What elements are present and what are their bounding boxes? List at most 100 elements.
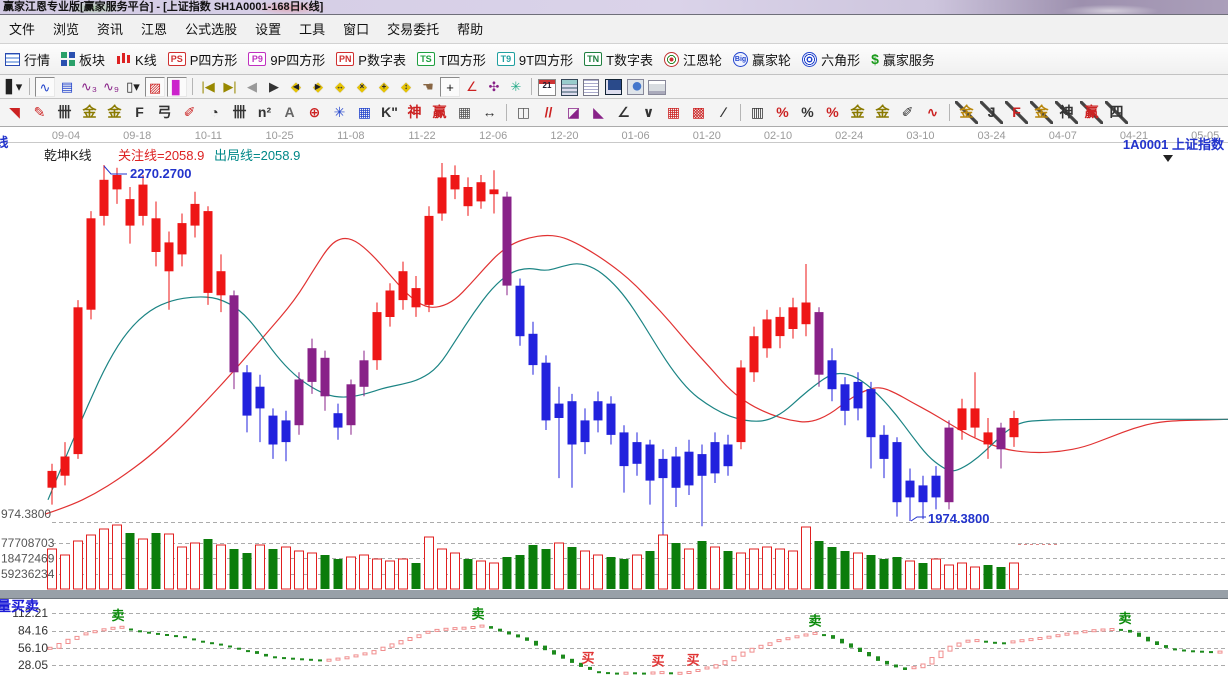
h-arrows-icon[interactable]: ↔: [478, 101, 501, 124]
menu-item-5[interactable]: 设置: [246, 16, 290, 43]
hand-tool-icon[interactable]: ☚: [418, 77, 438, 97]
sectors-button[interactable]: 板块: [61, 50, 105, 69]
red-brush-icon[interactable]: ✐: [178, 101, 201, 124]
v-dashed-icon[interactable]: ∨: [637, 101, 660, 124]
gold-coin-icon[interactable]: 金: [846, 101, 869, 124]
next-page-icon[interactable]: ▶: [264, 77, 284, 97]
9p-square-button[interactable]: P99P四方形: [248, 50, 325, 69]
menu-item-7[interactable]: 窗口: [334, 16, 378, 43]
comb-lines-2-icon[interactable]: 卌: [228, 101, 251, 124]
red-waves-icon[interactable]: ∿: [921, 101, 944, 124]
wave-9-icon[interactable]: ∿₉: [101, 77, 121, 97]
kline-button[interactable]: K线: [116, 50, 157, 69]
candle-style-dropdown-icon[interactable]: ▯▾: [123, 77, 143, 97]
ying-comb-icon[interactable]: 赢: [428, 101, 451, 124]
winner-wheel-button[interactable]: Big赢家轮: [733, 50, 791, 69]
calculator-icon[interactable]: [559, 77, 579, 97]
gold-diag-2-icon[interactable]: 金: [1030, 101, 1053, 124]
p-number-table-button[interactable]: PNP数字表: [336, 50, 406, 69]
red-target-icon[interactable]: ⊕: [303, 101, 326, 124]
angle-a-icon[interactable]: A: [278, 101, 301, 124]
trend-scribble-icon[interactable]: ∿: [35, 77, 55, 97]
shen-comb-icon[interactable]: 神: [403, 101, 426, 124]
gann-wheel-button[interactable]: 江恩轮: [664, 50, 722, 69]
brush-2-icon[interactable]: ✐: [896, 101, 919, 124]
hexagon-button[interactable]: 六角形: [802, 50, 860, 69]
menu-item-3[interactable]: 江恩: [132, 16, 176, 43]
percent-red-icon[interactable]: %: [771, 101, 794, 124]
menu-item-6[interactable]: 工具: [290, 16, 334, 43]
printer-icon[interactable]: [647, 77, 667, 97]
gold-diag-icon[interactable]: 金: [955, 101, 978, 124]
gann-diamond-vertical-icon[interactable]: ◆: [396, 77, 416, 97]
quotes-button[interactable]: 行情: [5, 50, 50, 69]
purple-rays-box-icon[interactable]: ◪: [562, 101, 585, 124]
grid-123-icon[interactable]: ▦: [453, 101, 476, 124]
gann-diamond-right-icon[interactable]: ◆: [308, 77, 328, 97]
red-grid-2-icon[interactable]: ▩: [687, 101, 710, 124]
square-frame-icon[interactable]: ◫: [512, 101, 535, 124]
volume-profile-icon[interactable]: ▊: [167, 77, 187, 97]
purple-rays-icon[interactable]: ◣: [587, 101, 610, 124]
menu-item-4[interactable]: 公式选股: [176, 16, 246, 43]
wave-3-icon[interactable]: ∿₃: [79, 77, 99, 97]
gold-comb-icon[interactable]: 金: [78, 101, 101, 124]
f-comb-icon[interactable]: F: [128, 101, 151, 124]
ying-diag-icon[interactable]: 赢: [1080, 101, 1103, 124]
pencil-tool-icon[interactable]: ✎: [28, 101, 51, 124]
gann-diamond-plus-icon[interactable]: ◆: [374, 77, 394, 97]
j-diag-icon[interactable]: J: [980, 101, 1003, 124]
clipped-tool-icon[interactable]: ◥: [3, 101, 26, 124]
toolbar-separator: [531, 78, 532, 95]
cycle-tool-icon[interactable]: ✳: [506, 77, 526, 97]
menu-item-8[interactable]: 交易委托: [378, 16, 448, 43]
curl-comb-icon[interactable]: 弓: [153, 101, 176, 124]
price-bars-icon[interactable]: ▥: [746, 101, 769, 124]
goto-start-icon[interactable]: |◀: [198, 77, 218, 97]
angle-tool-icon[interactable]: ∠: [462, 77, 482, 97]
p-square-button[interactable]: PSP四方形: [168, 50, 238, 69]
9t-square-button[interactable]: T99T四方形: [497, 50, 573, 69]
blue-star-icon[interactable]: ✳: [328, 101, 351, 124]
prev-page-icon[interactable]: ◀: [242, 77, 262, 97]
n-squared-icon[interactable]: n²: [253, 101, 276, 124]
gold-comb-2-icon[interactable]: 金: [103, 101, 126, 124]
winner-service-button[interactable]: $赢家服务: [871, 50, 935, 69]
web-icon[interactable]: [625, 77, 645, 97]
menu-item-9[interactable]: 帮助: [448, 16, 492, 43]
percent-line-icon[interactable]: %: [821, 101, 844, 124]
gann-fan-tool-icon[interactable]: ✣: [484, 77, 504, 97]
menu-item-0[interactable]: 文件: [0, 16, 44, 43]
red-rays-icon[interactable]: //: [537, 101, 560, 124]
gann-diamond-cross-icon[interactable]: ◆: [352, 77, 372, 97]
panel-splitter[interactable]: [0, 590, 1228, 598]
si-diag-icon[interactable]: 四: [1105, 101, 1128, 124]
menu-item-2[interactable]: 资讯: [88, 16, 132, 43]
gann-diamond-horizontal-icon[interactable]: ◆: [330, 77, 350, 97]
chart-canvas[interactable]: 09-0409-1810-1110-2511-0811-2212-0612-20…: [0, 127, 1228, 676]
gold-coin-2-icon[interactable]: 金: [871, 101, 894, 124]
blue-grid-icon[interactable]: ▦: [353, 101, 376, 124]
notepad-icon[interactable]: [581, 77, 601, 97]
spiral-circle-icon[interactable]: ◔: [203, 101, 226, 124]
goto-end-icon[interactable]: ▶|: [220, 77, 240, 97]
t-number-table-button[interactable]: TNT数字表: [584, 50, 653, 69]
save-icon[interactable]: [603, 77, 623, 97]
diag-lines-icon[interactable]: ∕: [712, 101, 735, 124]
calendar-icon[interactable]: [537, 77, 557, 97]
qiankun-pattern-icon[interactable]: ▨: [145, 77, 165, 97]
k-quotes-icon[interactable]: K": [378, 101, 401, 124]
menu-item-1[interactable]: 浏览: [44, 16, 88, 43]
kline-style-dropdown-icon[interactable]: ▋▾: [4, 77, 24, 97]
crosshair-tool-icon[interactable]: +: [440, 77, 460, 97]
angle-lines-icon[interactable]: ∠: [612, 101, 635, 124]
percent-icon[interactable]: %: [796, 101, 819, 124]
list-view-icon[interactable]: ▤: [57, 77, 77, 97]
f-diag-icon[interactable]: F: [1005, 101, 1028, 124]
comb-lines-icon[interactable]: 卌: [53, 101, 76, 124]
shen-diag-icon[interactable]: 神: [1055, 101, 1078, 124]
red-grid-icon[interactable]: ▦: [662, 101, 685, 124]
gann-toolbar: ◥✎卌金金F弓✐◔卌n²A⊕✳▦K"神赢▦↔◫//◪◣∠∨▦▩∕▥%%%金金✐∿…: [0, 99, 1228, 127]
gann-diamond-left-icon[interactable]: ◆: [286, 77, 306, 97]
t-square-button[interactable]: TST四方形: [417, 50, 486, 69]
